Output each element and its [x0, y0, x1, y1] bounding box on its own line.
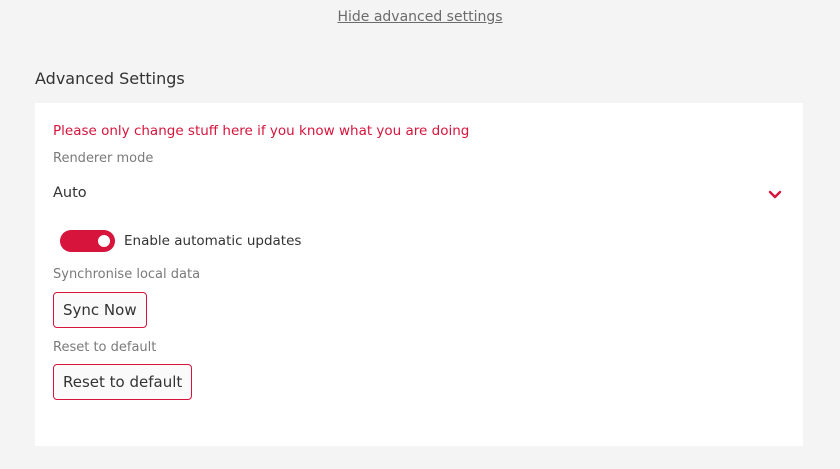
renderer-mode-select[interactable]: Auto: [53, 175, 783, 215]
warning-message: Please only change stuff here if you kno…: [53, 123, 470, 139]
reset-to-default-button[interactable]: Reset to default: [53, 364, 193, 400]
auto-updates-toggle[interactable]: [60, 230, 115, 252]
sync-now-button[interactable]: Sync Now: [53, 292, 147, 328]
renderer-mode-value: Auto: [53, 185, 87, 201]
toggle-knob: [98, 235, 110, 247]
chevron-down-icon: [768, 190, 782, 199]
hide-advanced-settings-link[interactable]: Hide advanced settings: [337, 9, 502, 25]
sync-label: Synchronise local data: [53, 267, 201, 282]
auto-updates-toggle-row[interactable]: Enable automatic updates: [60, 229, 301, 253]
reset-label: Reset to default: [53, 340, 157, 355]
renderer-mode-label: Renderer mode: [53, 151, 154, 166]
auto-updates-label: Enable automatic updates: [124, 233, 302, 249]
section-title: Advanced Settings: [35, 69, 185, 88]
advanced-settings-panel: Please only change stuff here if you kno…: [35, 103, 803, 446]
hide-advanced-settings-row: Hide advanced settings: [0, 9, 840, 25]
